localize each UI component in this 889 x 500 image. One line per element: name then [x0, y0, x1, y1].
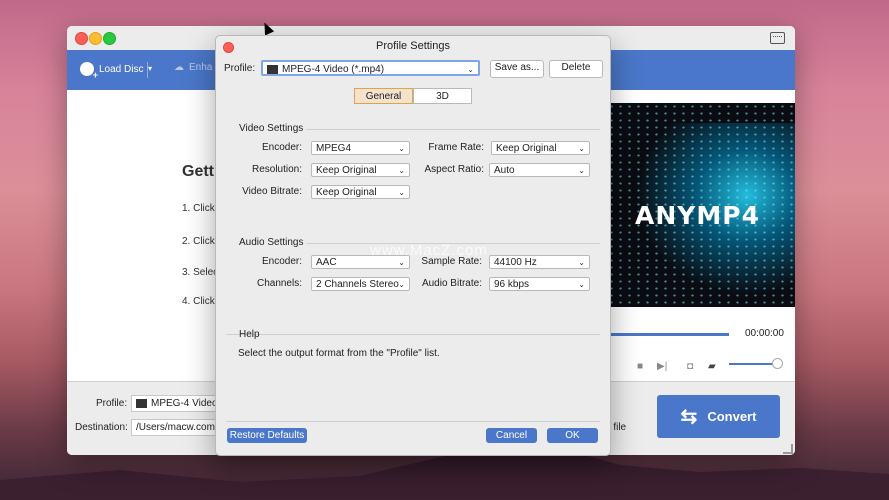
video-preview: ANYMP4 — [607, 103, 795, 307]
video-encoder-select[interactable]: MPEG4 ⌄ — [311, 141, 410, 155]
channels-label: Channels: — [256, 278, 302, 289]
aspect-ratio-value: Auto — [494, 165, 515, 176]
audio-bitrate-label: Audio Bitrate: — [421, 278, 482, 289]
ok-button[interactable]: OK — [547, 428, 598, 443]
chevron-down-icon: ⌄ — [398, 144, 405, 153]
footer-divider — [226, 421, 600, 422]
cancel-button[interactable]: Cancel — [486, 428, 537, 443]
audio-encoder-value: AAC — [316, 257, 337, 268]
playback-time: 00:00:00 — [745, 328, 784, 339]
stop-icon[interactable]: ■ — [637, 361, 643, 372]
chevron-down-icon: ⌄ — [467, 65, 474, 74]
snapshot-icon[interactable]: ◘ — [687, 361, 693, 372]
channels-value: 2 Channels Stereo — [316, 279, 399, 290]
convert-icon: ⇆ — [680, 406, 698, 428]
video-encoder-value: MPEG4 — [316, 143, 352, 154]
save-as-button[interactable]: Save as... — [490, 60, 544, 78]
dialog-profile-value: MPEG-4 Video (*.mp4) — [282, 64, 385, 75]
step-2: 2. Click — [182, 236, 215, 247]
resolution-value: Keep Original — [316, 165, 377, 176]
profile-settings-dialog: Profile Settings Profile: MPEG-4 Video (… — [215, 35, 611, 456]
zoom-window-button[interactable] — [103, 32, 116, 45]
frame-rate-label: Frame Rate: — [428, 142, 484, 153]
chevron-down-icon: ⌄ — [398, 280, 405, 289]
tab-general[interactable]: General — [354, 88, 413, 104]
audio-bitrate-select[interactable]: 96 kbps ⌄ — [489, 277, 590, 291]
chevron-down-icon: ⌄ — [398, 166, 405, 175]
sample-rate-value: 44100 Hz — [494, 257, 537, 268]
step-3: 3. Selec — [182, 267, 219, 278]
convert-label: Convert — [707, 409, 757, 424]
video-settings-heading: Video Settings — [239, 123, 304, 134]
profile-select-value: MPEG-4 Video — [151, 398, 218, 409]
video-settings-divider — [306, 129, 600, 130]
convert-button[interactable]: ⇆ Convert — [657, 395, 780, 438]
enhance-button[interactable]: ☁ Enha — [174, 62, 212, 73]
next-frame-icon[interactable]: ▶| — [657, 361, 667, 372]
load-disc-button[interactable]: Load Disc — [80, 62, 144, 80]
destination-label: Destination: — [75, 422, 128, 433]
channels-select[interactable]: 2 Channels Stereo ⌄ — [311, 277, 410, 291]
video-bitrate-label: Video Bitrate: — [242, 186, 302, 197]
player-controls: 00:00:00 ■ ▶| ◘ ▰ — [607, 307, 795, 381]
frame-rate-select[interactable]: Keep Original ⌄ — [491, 141, 590, 155]
enhance-icon: ☁ — [174, 62, 184, 73]
load-disc-label: Load Disc — [99, 63, 144, 75]
tab-3d[interactable]: 3D — [413, 88, 472, 104]
audio-settings-heading: Audio Settings — [239, 237, 304, 248]
video-bitrate-value: Keep Original — [316, 187, 377, 198]
destination-input[interactable]: /Users/macw.com/D — [131, 419, 221, 436]
chevron-down-icon: ⌄ — [578, 280, 585, 289]
aspect-ratio-select[interactable]: Auto ⌄ — [489, 163, 590, 177]
resolution-label: Resolution: — [251, 164, 302, 175]
volume-slider-knob[interactable] — [772, 358, 783, 369]
profile-label: Profile: — [96, 398, 128, 409]
playback-progress-bar[interactable] — [607, 333, 729, 336]
dialog-profile-select[interactable]: MPEG-4 Video (*.mp4) ⌄ — [261, 60, 480, 76]
dialog-title: Profile Settings — [376, 40, 450, 52]
delete-button[interactable]: Delete — [549, 60, 603, 78]
getting-started-title: Getti — [182, 163, 219, 180]
disc-plus-icon — [80, 62, 98, 80]
chevron-down-icon[interactable]: ▾ — [148, 64, 152, 73]
enhance-label: Enha — [189, 62, 213, 73]
folder-icon[interactable]: ▰ — [708, 361, 716, 372]
video-format-icon — [136, 398, 147, 408]
frame-rate-value: Keep Original — [496, 143, 557, 154]
profile-select[interactable]: MPEG-4 Video — [131, 395, 221, 412]
feedback-icon[interactable] — [770, 32, 785, 44]
chevron-down-icon: ⌄ — [578, 258, 585, 267]
minimize-window-button[interactable] — [89, 32, 102, 45]
video-bitrate-select[interactable]: Keep Original ⌄ — [311, 185, 410, 199]
resize-grip-icon[interactable] — [783, 444, 793, 454]
volume-slider[interactable] — [729, 363, 777, 365]
audio-bitrate-value: 96 kbps — [494, 279, 530, 290]
chevron-down-icon: ⌄ — [578, 144, 585, 153]
dialog-profile-label: Profile: — [224, 63, 256, 74]
chevron-down-icon: ⌄ — [398, 188, 405, 197]
close-window-button[interactable] — [75, 32, 88, 45]
watermark-text: www.MacZ.com — [370, 242, 488, 259]
step-4: 4. Click — [182, 296, 215, 307]
help-text: Select the output format from the "Profi… — [238, 348, 440, 359]
audio-encoder-label: Encoder: — [261, 256, 302, 267]
chevron-down-icon: ⌄ — [578, 166, 585, 175]
sample-rate-select[interactable]: 44100 Hz ⌄ — [489, 255, 590, 269]
preview-brand-text: ANYMP4 — [635, 201, 760, 230]
step-1: 1. Click — [182, 203, 215, 214]
resolution-select[interactable]: Keep Original ⌄ — [311, 163, 410, 177]
video-format-icon — [267, 64, 278, 74]
restore-defaults-button[interactable]: Restore Defaults — [227, 428, 307, 443]
help-heading: Help — [239, 329, 260, 340]
aspect-ratio-label: Aspect Ratio: — [424, 164, 484, 175]
video-encoder-label: Encoder: — [261, 142, 302, 153]
